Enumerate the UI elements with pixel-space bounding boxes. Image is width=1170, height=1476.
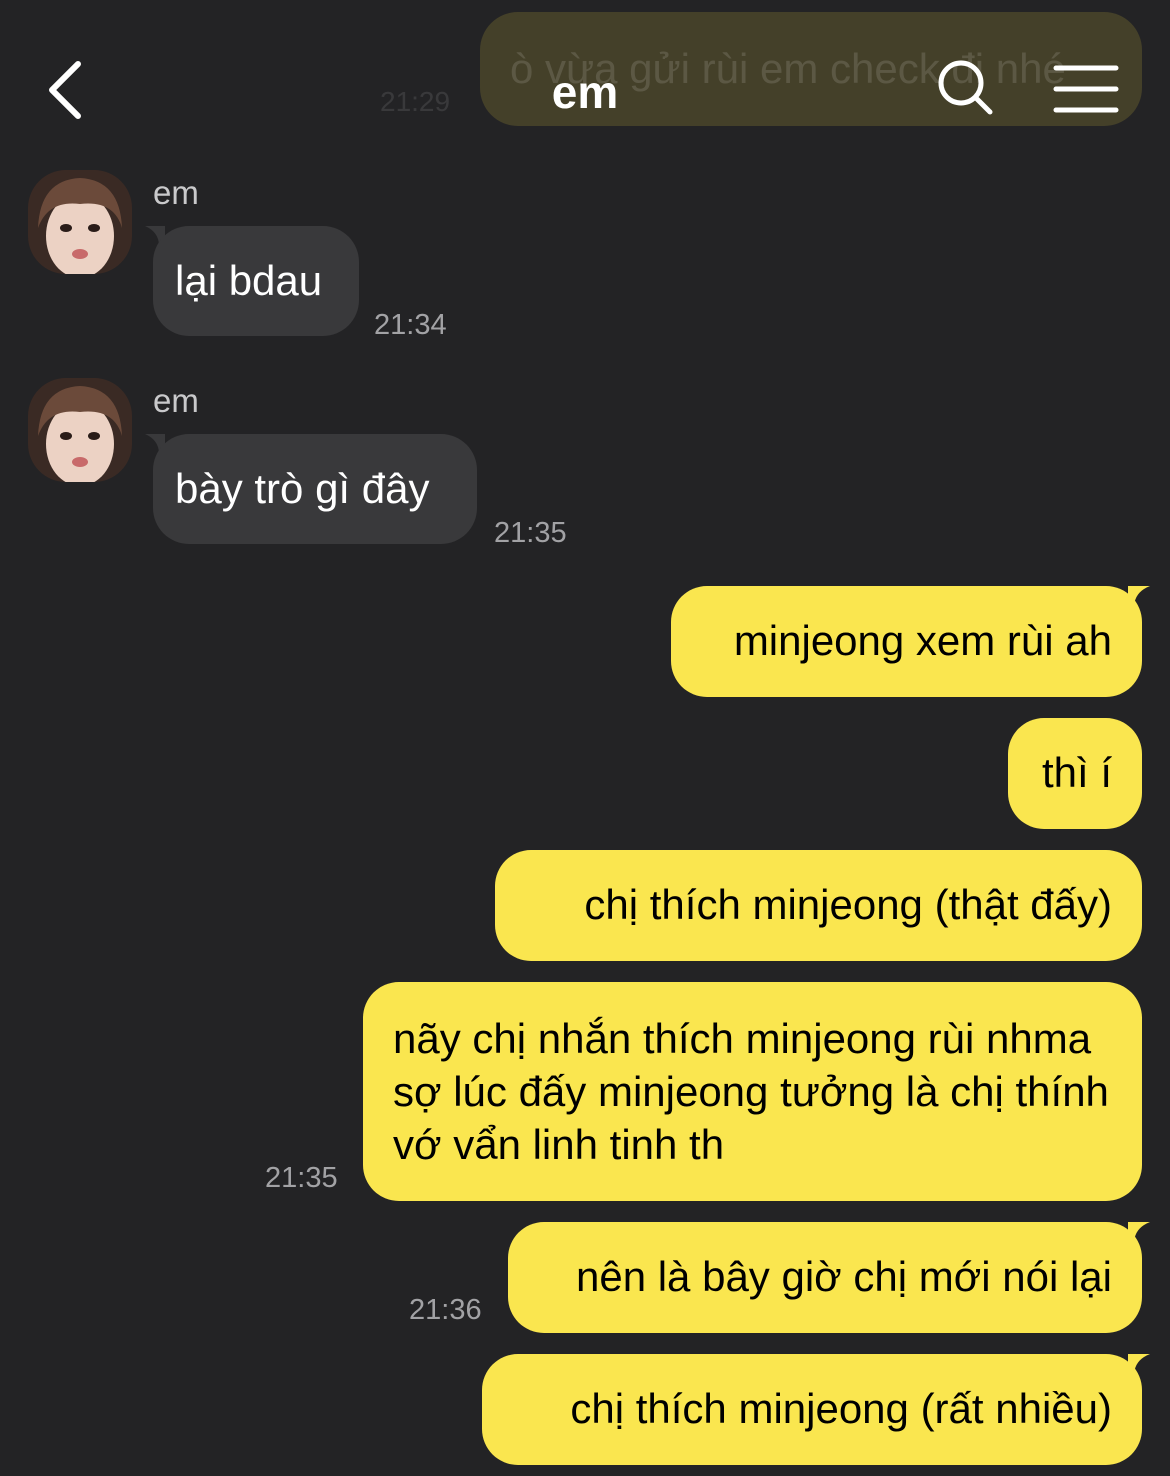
- menu-icon: [1053, 65, 1119, 113]
- message-text: chị thích minjeong (rất nhiều): [570, 1385, 1112, 1432]
- message-time: 21:35: [494, 517, 567, 549]
- message-time: 21:36: [409, 1294, 482, 1326]
- chat-header: em: [0, 0, 1170, 150]
- avatar-image: [28, 378, 132, 482]
- message-text: nãy chị nhắn thích minjeong rùi nhma sợ …: [393, 1015, 1109, 1168]
- search-button[interactable]: [934, 56, 998, 120]
- avatar[interactable]: [28, 378, 132, 482]
- outgoing-message-bubble[interactable]: chị thích minjeong (thật đấy): [495, 850, 1142, 961]
- sender-name: em: [153, 174, 199, 211]
- message-time: 21:35: [265, 1162, 338, 1194]
- message-text: minjeong xem rùi ah: [733, 617, 1112, 664]
- avatar[interactable]: [28, 170, 132, 274]
- outgoing-message-bubble[interactable]: nãy chị nhắn thích minjeong rùi nhma sợ …: [363, 982, 1142, 1201]
- menu-button[interactable]: [1052, 62, 1120, 116]
- outgoing-message-bubble[interactable]: minjeong xem rùi ah: [671, 586, 1142, 697]
- message-time: 21:34: [374, 309, 447, 341]
- message-text: bày trò gì đây: [175, 465, 430, 512]
- incoming-message-bubble[interactable]: lại bdau: [153, 226, 359, 336]
- outgoing-message-bubble[interactable]: chị thích minjeong (rất nhiều): [482, 1354, 1142, 1465]
- outgoing-message-bubble[interactable]: thì í: [1008, 718, 1142, 829]
- message-text: nên là bây giờ chị mới nói lại: [575, 1253, 1112, 1300]
- search-icon: [938, 60, 993, 115]
- chat-screen: ò vừa gửi rùi em check đi nhé 21:29 em e…: [0, 0, 1170, 1476]
- sender-name: em: [153, 382, 199, 419]
- incoming-message-bubble[interactable]: bày trò gì đây: [153, 434, 477, 544]
- message-text: thì í: [1041, 749, 1112, 796]
- message-text: lại bdau: [175, 257, 323, 304]
- message-text: chị thích minjeong (thật đấy): [584, 881, 1112, 928]
- outgoing-message-bubble[interactable]: nên là bây giờ chị mới nói lại: [508, 1222, 1142, 1333]
- avatar-image: [28, 170, 132, 274]
